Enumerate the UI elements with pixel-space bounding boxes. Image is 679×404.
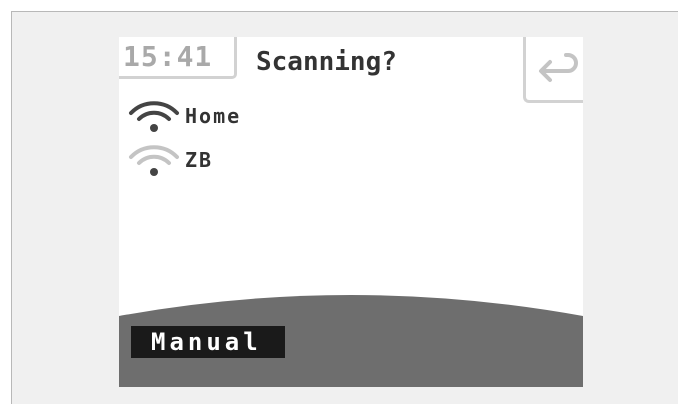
device-screen: 15:41 Scanning? Home ZB Manual (119, 37, 583, 387)
page-title: Scanning? (256, 47, 397, 77)
network-name: Home (185, 104, 242, 128)
wifi-icon (129, 101, 179, 132)
wifi-icon (129, 145, 179, 176)
network-item-zb[interactable]: ZB (127, 143, 213, 177)
back-button[interactable] (523, 37, 583, 103)
network-name: ZB (185, 148, 214, 172)
manual-button[interactable]: Manual (131, 326, 285, 358)
network-item-home[interactable]: Home (127, 99, 241, 133)
return-arrow-icon (539, 53, 578, 82)
clock-display: 15:41 (119, 37, 237, 79)
